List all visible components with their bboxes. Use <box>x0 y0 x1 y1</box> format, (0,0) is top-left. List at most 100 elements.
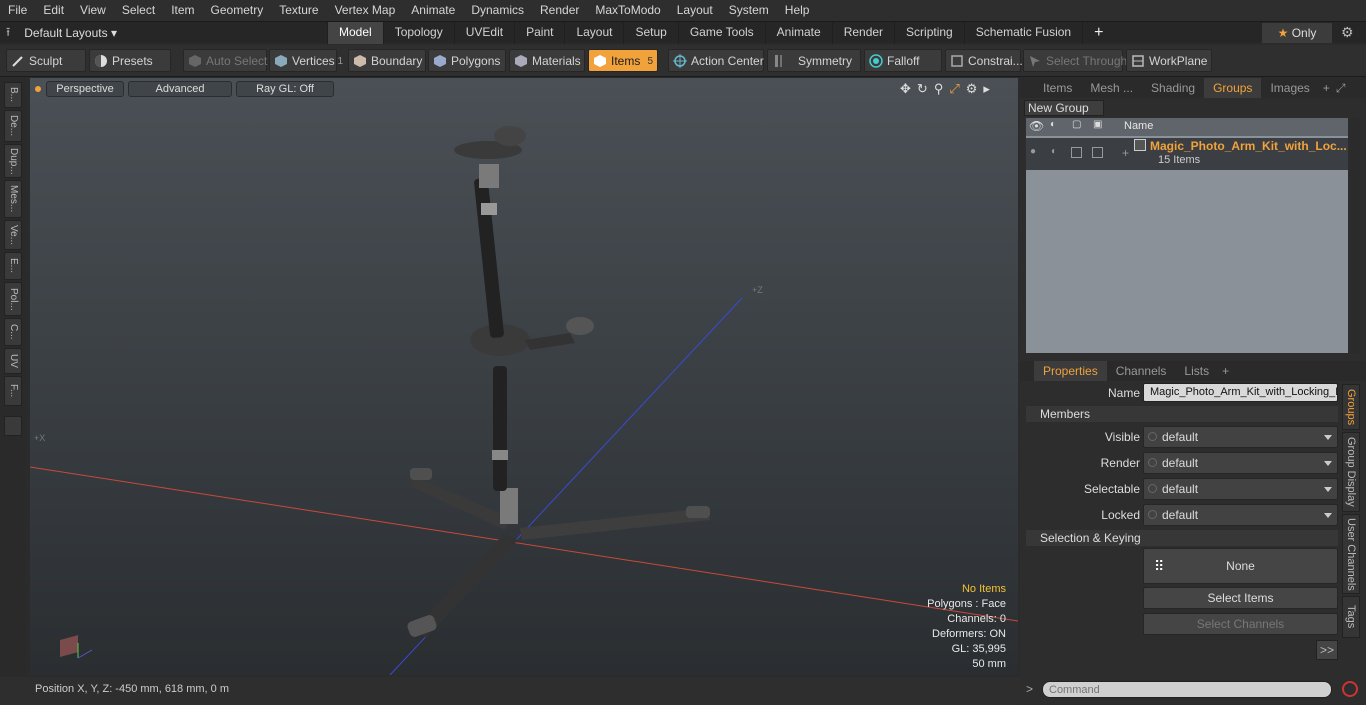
selection-keying-section[interactable]: Selection & Keying <box>1026 530 1338 546</box>
new-group-button[interactable]: New Group <box>1024 100 1104 116</box>
locked-dropdown[interactable]: default <box>1143 504 1338 526</box>
side-tab-tags[interactable]: Tags <box>1342 596 1360 638</box>
left-strip-toggle[interactable] <box>4 416 22 436</box>
add-panel-tab-button[interactable]: + <box>1319 78 1334 98</box>
menu-animate[interactable]: Animate <box>403 0 463 21</box>
visible-dropdown[interactable]: default <box>1143 426 1338 448</box>
tab-mesh[interactable]: Mesh ... <box>1081 78 1142 98</box>
row-eye-icon[interactable]: ● <box>1030 146 1036 157</box>
menu-system[interactable]: System <box>721 0 777 21</box>
tab-topology[interactable]: Topology <box>382 22 454 44</box>
menu-help[interactable]: Help <box>777 0 818 21</box>
tab-schematic-fusion[interactable]: Schematic Fusion <box>963 22 1082 44</box>
left-tab-basic[interactable]: B... <box>4 82 22 108</box>
left-tab-duplicate[interactable]: Dup... <box>4 144 22 178</box>
menu-layout[interactable]: Layout <box>669 0 721 21</box>
selectable-dropdown[interactable]: default <box>1143 478 1338 500</box>
menu-select[interactable]: Select <box>114 0 163 21</box>
only-toggle[interactable]: ★ Only <box>1262 23 1332 43</box>
tab-images[interactable]: Images <box>1261 78 1318 98</box>
menu-texture[interactable]: Texture <box>271 0 326 21</box>
left-tab-edge[interactable]: E... <box>4 252 22 280</box>
row-select-checkbox[interactable] <box>1092 147 1103 158</box>
table-row[interactable]: ● ◐ + Magic_Photo_Arm_Kit_with_Loc... 15… <box>1026 138 1348 170</box>
constraints-button[interactable]: Constrai... <box>945 49 1023 72</box>
materials-button[interactable]: Materials <box>509 49 585 72</box>
select-col-icon[interactable]: ▣ <box>1093 119 1102 130</box>
select-items-button[interactable]: Select Items <box>1143 587 1338 609</box>
props-panel-tabs: Properties Channels Lists + <box>1020 361 1366 381</box>
menu-geometry[interactable]: Geometry <box>203 0 272 21</box>
groups-scrollbar[interactable] <box>1350 118 1360 353</box>
left-tab-uv[interactable]: UV <box>4 348 22 374</box>
menu-file[interactable]: File <box>0 0 35 21</box>
row-lock-checkbox[interactable] <box>1071 147 1082 158</box>
left-tab-curve[interactable]: C... <box>4 318 22 346</box>
menu-vertex-map[interactable]: Vertex Map <box>327 0 404 21</box>
select-channels-button[interactable]: Select Channels <box>1143 613 1338 635</box>
side-tab-group-display[interactable]: Group Display <box>1342 432 1360 512</box>
falloff-button[interactable]: Falloff <box>864 49 942 72</box>
action-center-button[interactable]: Action Center <box>668 49 764 72</box>
add-tab-button[interactable]: + <box>1082 22 1114 44</box>
left-tab-mesh-edit[interactable]: Mes... <box>4 180 22 218</box>
left-tab-polygon[interactable]: Pol... <box>4 282 22 316</box>
selectable-label: Selectable <box>1083 482 1140 496</box>
tab-paint[interactable]: Paint <box>514 22 564 44</box>
members-section[interactable]: Members <box>1026 406 1338 422</box>
tab-shading[interactable]: Shading <box>1142 78 1204 98</box>
row-render-icon[interactable]: ◐ <box>1051 146 1057 157</box>
auto-select-button[interactable]: Auto Select <box>183 49 267 72</box>
expand-icon[interactable]: ⤢ <box>1334 78 1348 98</box>
polygons-button[interactable]: Polygons <box>428 49 506 72</box>
tab-groups[interactable]: Groups <box>1204 78 1262 98</box>
left-tab-fusion[interactable]: F... <box>4 376 22 406</box>
select-through-button[interactable]: Select Through <box>1023 49 1127 72</box>
tab-lists[interactable]: Lists <box>1175 361 1218 381</box>
status-bar: Position X, Y, Z: -450 mm, 618 mm, 0 m <box>0 677 1020 705</box>
menu-item[interactable]: Item <box>163 0 202 21</box>
tab-render[interactable]: Render <box>831 22 894 44</box>
left-tab-deform[interactable]: De... <box>4 110 22 142</box>
menu-edit[interactable]: Edit <box>35 0 72 21</box>
record-icon[interactable] <box>1342 681 1358 697</box>
side-tab-groups[interactable]: Groups <box>1342 384 1360 430</box>
side-tab-user-channels[interactable]: User Channels <box>1342 514 1360 594</box>
add-props-tab-button[interactable]: + <box>1218 361 1233 381</box>
menu-maxtomodo[interactable]: MaxToModo <box>587 0 668 21</box>
tab-uvedit[interactable]: UVEdit <box>453 22 514 44</box>
tab-game-tools[interactable]: Game Tools <box>677 22 765 44</box>
vertices-button[interactable]: Vertices 1 <box>269 49 343 72</box>
menu-view[interactable]: View <box>72 0 114 21</box>
render-icon[interactable]: ◐ <box>1050 119 1056 130</box>
tab-model[interactable]: Model <box>327 22 383 44</box>
gear-icon[interactable]: ⚙ <box>1341 24 1354 41</box>
sculpt-button[interactable]: Sculpt <box>6 49 86 72</box>
name-field[interactable]: Magic_Photo_Arm_Kit_with_Locking_L <box>1143 383 1338 402</box>
tab-scripting[interactable]: Scripting <box>894 22 964 44</box>
layout-selector[interactable]: ⭱ Default Layouts ▾ <box>6 22 117 44</box>
menu-dynamics[interactable]: Dynamics <box>463 0 532 21</box>
symmetry-button[interactable]: Symmetry <box>767 49 861 72</box>
render-dropdown[interactable]: default <box>1143 452 1338 474</box>
workplane-button[interactable]: WorkPlane <box>1126 49 1212 72</box>
items-button[interactable]: Items 5 <box>588 49 658 72</box>
menu-render[interactable]: Render <box>532 0 587 21</box>
left-tab-vertex[interactable]: Ve... <box>4 220 22 250</box>
tab-channels[interactable]: Channels <box>1107 361 1176 381</box>
keying-none-button[interactable]: ⠿ None <box>1143 548 1338 584</box>
eye-icon[interactable]: 👁 <box>1029 119 1044 133</box>
tab-layout[interactable]: Layout <box>564 22 623 44</box>
lock-col-icon[interactable]: ▢ <box>1072 119 1081 130</box>
command-input[interactable] <box>1042 681 1332 698</box>
more-button[interactable]: >> <box>1316 640 1338 660</box>
tab-animate[interactable]: Animate <box>764 22 832 44</box>
presets-button[interactable]: Presets <box>89 49 171 72</box>
boundary-button[interactable]: Boundary <box>348 49 426 72</box>
3d-viewport[interactable]: Perspective Advanced Ray GL: Off ✥ ↻ ⚲ ⤢… <box>30 78 1018 675</box>
expand-plus-icon[interactable]: + <box>1122 146 1129 160</box>
tab-properties[interactable]: Properties <box>1034 361 1107 381</box>
tab-setup[interactable]: Setup <box>623 22 677 44</box>
members-label: Members <box>1040 407 1091 421</box>
tab-items[interactable]: Items <box>1034 78 1081 98</box>
